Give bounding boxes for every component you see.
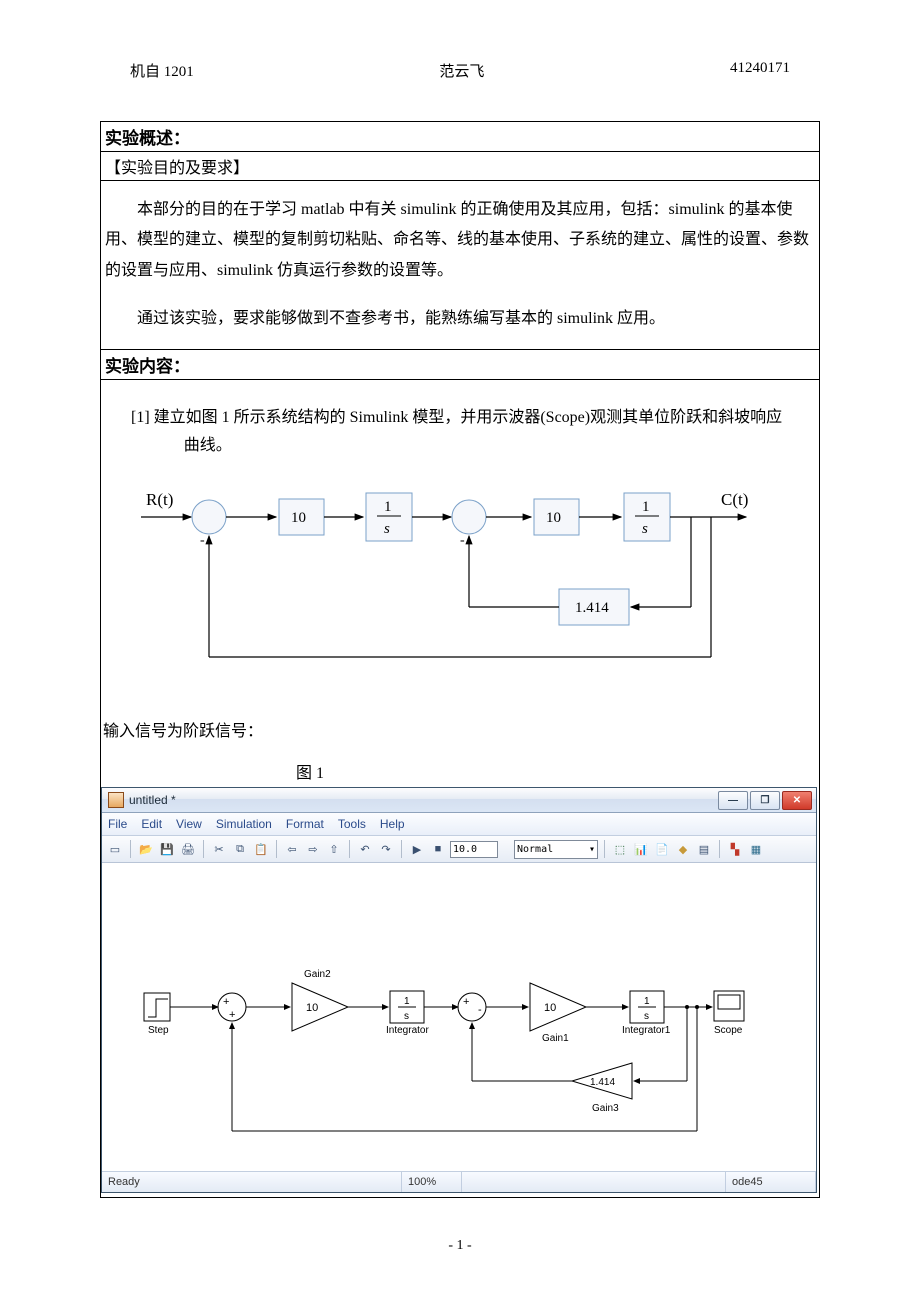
simmode-value: Normal [517,844,553,855]
menu-help[interactable]: Help [380,817,405,831]
svg-text:1.414: 1.414 [590,1077,615,1088]
block-gain3-label: Gain3 [592,1103,619,1114]
diag-int2-den: s [642,521,648,537]
diag-input-label: R(t) [146,490,173,509]
up-icon[interactable]: ⇧ [325,840,343,858]
svg-text:10: 10 [306,1002,318,1014]
header-left: 机自 1201 [130,60,194,81]
tool-a-icon[interactable]: ⬚ [611,840,629,858]
svg-text:+: + [229,1009,235,1021]
svg-text:1: 1 [404,996,410,1007]
input-signal-text: 输入信号为阶跃信号： [103,717,815,741]
section-content-body: [1] 建立如图 1 所示系统结构的 Simulink 模型，并用示波器(Sco… [100,380,820,1199]
copy-icon[interactable]: ⧉ [231,840,249,858]
cut-icon[interactable]: ✂ [210,840,228,858]
menu-edit[interactable]: Edit [141,817,162,831]
menu-file[interactable]: File [108,817,127,831]
svg-text:-: - [478,1004,482,1016]
diag-int2-num: 1 [642,499,650,515]
svg-text:+: + [223,996,229,1008]
block-gain1-label: Gain1 [542,1033,569,1044]
header-right: 41240171 [730,60,790,81]
diag-fb-gain: 1.414 [575,600,609,616]
section-overview-subtitle: 【实验目的及要求】 [100,152,820,181]
run-icon[interactable]: ▶ [408,840,426,858]
paste-icon[interactable]: 📋 [252,840,270,858]
block-step-label: Step [148,1025,169,1036]
menu-format[interactable]: Format [286,817,324,831]
diag-minus2: - [460,533,465,548]
diag-gain2: 10 [546,510,561,526]
stoptime-input[interactable] [450,841,498,858]
new-icon[interactable]: ▭ [106,840,124,858]
svg-text:s: s [644,1011,649,1022]
section-content-title: 实验内容： [100,350,820,380]
page-header: 机自 1201 范云飞 41240171 [100,60,820,81]
close-button[interactable]: ✕ [782,791,812,810]
menu-simulation[interactable]: Simulation [216,817,272,831]
stop-icon[interactable]: ■ [429,840,447,858]
window-title-text: untitled * [129,793,176,807]
diag-gain1: 10 [291,510,306,526]
tool-e-icon[interactable]: ▤ [695,840,713,858]
menu-view[interactable]: View [176,817,202,831]
model-explorer-icon[interactable]: ▦ [747,840,765,858]
undo-icon[interactable]: ↶ [356,840,374,858]
block-gain2-label: Gain2 [304,969,331,980]
overview-p2: 通过该实验，要求能够做到不查参考书，能熟练编写基本的 simulink 应用。 [105,304,815,334]
page-number: - 1 - [100,1238,820,1254]
overview-p1: 本部分的目的在于学习 matlab 中有关 simulink 的正确使用及其应用… [105,195,815,286]
window-title: untitled * [108,792,176,808]
section-overview-body: 本部分的目的在于学习 matlab 中有关 simulink 的正确使用及其应用… [100,181,820,350]
figure-caption: 图 1 [131,759,815,783]
save-icon[interactable]: 💾 [158,840,176,858]
diag-int1-den: s [384,521,390,537]
maximize-button[interactable]: ❐ [750,791,780,810]
back-icon[interactable]: ⇦ [283,840,301,858]
status-zoom: 100% [402,1172,462,1192]
redo-icon[interactable]: ↷ [377,840,395,858]
diag-int1-num: 1 [384,499,392,515]
tool-c-icon[interactable]: 📄 [653,840,671,858]
open-icon[interactable]: 📂 [137,840,155,858]
svg-text:+: + [463,996,469,1008]
block-scope-label: Scope [714,1025,742,1036]
minimize-button[interactable]: — [718,791,748,810]
toolbar[interactable]: ▭ 📂 💾 🖨 ✂ ⧉ 📋 ⇦ ⇨ ⇧ ↶ ↷ [102,836,816,863]
svg-text:s: s [404,1011,409,1022]
simmode-select[interactable]: Normal▾ [514,840,598,859]
statusbar: Ready 100% ode45 [102,1171,816,1192]
block-diagram: R(t) - 10 1 s - 1 [131,487,781,687]
menubar[interactable]: File Edit View Simulation Format Tools H… [102,813,816,836]
header-center: 范云飞 [439,60,484,81]
status-solver: ode45 [726,1172,816,1192]
simulink-window: untitled * — ❐ ✕ File Edit View Simulati… [101,787,817,1193]
svg-text:10: 10 [544,1002,556,1014]
simulink-canvas[interactable]: + + 10 1 s + - [102,863,816,1171]
task-text: [1] 建立如图 1 所示系统结构的 Simulink 模型，并用示波器(Sco… [131,404,815,462]
library-icon[interactable]: ▚ [726,840,744,858]
svg-text:1: 1 [644,996,650,1007]
status-ready: Ready [102,1172,402,1192]
diag-minus1: - [200,533,205,548]
block-int-label: Integrator [386,1025,429,1036]
print-icon[interactable]: 🖨 [179,840,197,858]
menu-tools[interactable]: Tools [338,817,366,831]
tool-b-icon[interactable]: 📊 [632,840,650,858]
block-int1-label: Integrator1 [622,1025,670,1036]
section-overview-title: 实验概述： [100,121,820,152]
diag-output-label: C(t) [721,490,748,509]
forward-icon[interactable]: ⇨ [304,840,322,858]
app-icon [108,792,124,808]
window-titlebar[interactable]: untitled * — ❐ ✕ [102,788,816,813]
tool-d-icon[interactable]: ◆ [674,840,692,858]
